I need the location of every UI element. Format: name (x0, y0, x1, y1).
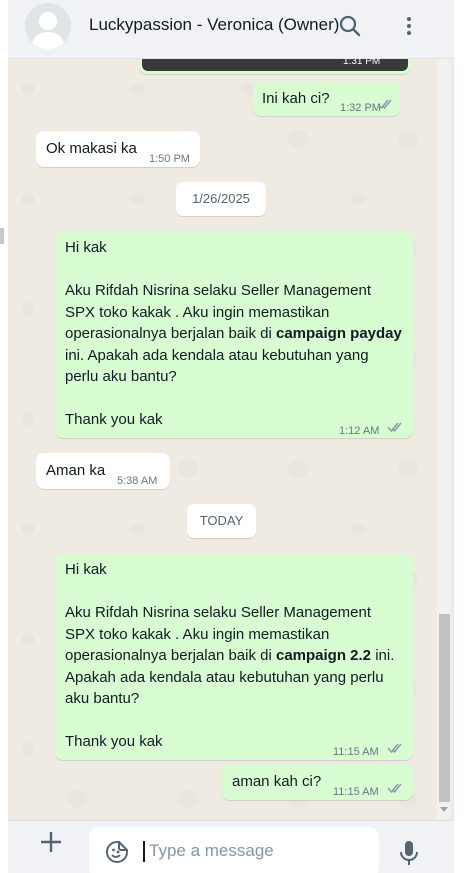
contact-name[interactable]: Luckypassion - Veronica (Owner) (89, 15, 339, 35)
text-cursor (143, 841, 145, 862)
incoming-message[interactable]: Ok makasi ka 1:50 PM (36, 131, 200, 167)
image-message[interactable]: 1:31 PM (139, 56, 411, 74)
message-text: aman kah ci? (232, 773, 322, 790)
incoming-message[interactable]: Aman ka 5:38 AM (36, 453, 170, 489)
message-text: Hi kak Aku Rifdah Nisrina selaku Seller … (65, 237, 405, 431)
date-separator: TODAY (187, 504, 256, 538)
scrollbar-thumb[interactable] (439, 614, 450, 802)
message-bold-text: campaign 2.2 (275, 647, 372, 664)
outgoing-message[interactable]: Ini kah ci? 1:32 PM (253, 82, 400, 116)
message-time: 1:50 PM (149, 153, 190, 165)
read-ticks-icon (377, 99, 392, 110)
read-ticks-icon (387, 783, 402, 794)
search-icon[interactable] (338, 14, 362, 38)
outgoing-message[interactable]: Hi kak Aku Rifdah Nisrina selaku Seller … (55, 554, 413, 760)
chat-window: Luckypassion - Veronica (Owner) 1:31 PM … (8, 0, 454, 873)
message-time: 11:15 AM (333, 746, 379, 758)
outgoing-message[interactable]: aman kah ci? 11:15 AM (222, 764, 413, 800)
sticker-icon[interactable] (105, 840, 129, 864)
message-input[interactable]: Type a message (149, 841, 274, 861)
message-time: 1:12 AM (339, 425, 380, 437)
message-time: 5:38 AM (117, 475, 158, 487)
message-time: 11:15 AM (333, 786, 379, 798)
message-text: Ok makasi ka (46, 140, 137, 157)
message-text: Aman ka (46, 462, 106, 479)
more-vert-icon[interactable] (397, 14, 421, 38)
message-body-text: ini. Apakah ada kendala atau kebutuhan y… (65, 346, 369, 386)
outgoing-message[interactable]: Hi kak Aku Rifdah Nisrina selaku Seller … (55, 232, 413, 438)
read-ticks-icon (387, 743, 402, 754)
message-time: 1:31 PM (343, 56, 381, 67)
read-ticks-icon (387, 422, 402, 433)
side-handle (0, 228, 4, 244)
message-time: 1:32 PM (340, 102, 381, 114)
plus-icon[interactable] (38, 829, 64, 855)
message-greeting: Hi kak (65, 561, 107, 578)
date-separator: 1/26/2025 (176, 182, 266, 216)
avatar[interactable] (25, 3, 71, 49)
avatar-head (39, 12, 57, 30)
message-body: Aku Rifdah Nisrina selaku Seller Managem… (65, 602, 405, 710)
chat-header[interactable]: Luckypassion - Veronica (Owner) (8, 0, 454, 59)
avatar-body (32, 32, 64, 49)
message-bold-text: campaign payday (275, 325, 402, 342)
mic-icon[interactable] (397, 839, 421, 867)
message-text: Hi kak Aku Rifdah Nisrina selaku Seller … (65, 559, 405, 753)
message-greeting: Hi kak (65, 239, 107, 256)
message-text: Ini kah ci? (262, 90, 330, 107)
scroll-down-arrow[interactable] (440, 807, 448, 812)
message-body: Aku Rifdah Nisrina selaku Seller Managem… (65, 280, 405, 388)
